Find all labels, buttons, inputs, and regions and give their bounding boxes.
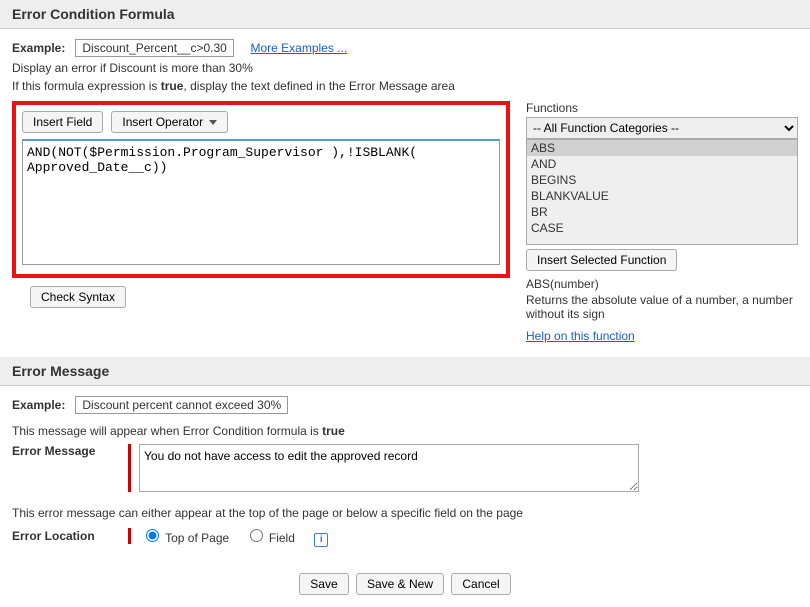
error-location-radio-group: Top of Page Field i bbox=[141, 526, 328, 547]
error-message-textarea[interactable] bbox=[139, 444, 639, 492]
insert-field-button[interactable]: Insert Field bbox=[22, 111, 103, 133]
function-item[interactable]: BR bbox=[527, 204, 797, 220]
function-item[interactable]: ABS bbox=[527, 140, 797, 156]
save-button[interactable]: Save bbox=[299, 573, 348, 595]
function-help-link[interactable]: Help on this function bbox=[526, 329, 635, 343]
formula-true-description: If this formula expression is true, disp… bbox=[12, 79, 798, 93]
formula-highlight-frame: Insert Field Insert Operator bbox=[12, 101, 510, 278]
save-and-new-button[interactable]: Save & New bbox=[356, 573, 444, 595]
function-description: Returns the absolute value of a number, … bbox=[526, 293, 798, 321]
info-icon[interactable]: i bbox=[314, 533, 328, 547]
insert-operator-button[interactable]: Insert Operator bbox=[111, 111, 228, 133]
function-category-select[interactable]: -- All Function Categories -- bbox=[526, 117, 798, 139]
footer-buttons: Save Save & New Cancel bbox=[0, 561, 810, 607]
function-item[interactable]: BEGINS bbox=[527, 172, 797, 188]
formula-textarea[interactable] bbox=[22, 139, 500, 265]
error-message-field-label: Error Message bbox=[12, 444, 122, 458]
required-bar-icon bbox=[128, 444, 131, 492]
more-examples-link[interactable]: More Examples ... bbox=[250, 41, 347, 55]
radio-field[interactable]: Field bbox=[245, 531, 299, 545]
section-header-formula: Error Condition Formula bbox=[0, 0, 810, 29]
function-item[interactable]: BLANKVALUE bbox=[527, 188, 797, 204]
function-item[interactable]: CASE bbox=[527, 220, 797, 236]
err-appear-description: This message will appear when Error Cond… bbox=[12, 424, 798, 438]
radio-top-of-page[interactable]: Top of Page bbox=[141, 531, 233, 545]
function-listbox[interactable]: ABS AND BEGINS BLANKVALUE BR CASE bbox=[526, 139, 798, 245]
function-signature: ABS(number) bbox=[526, 277, 798, 291]
cancel-button[interactable]: Cancel bbox=[451, 573, 510, 595]
insert-selected-function-button[interactable]: Insert Selected Function bbox=[526, 249, 677, 271]
radio-top-of-page-input[interactable] bbox=[146, 529, 159, 542]
functions-label: Functions bbox=[526, 101, 798, 115]
err-example-label: Example: bbox=[12, 398, 65, 412]
example-label: Example: bbox=[12, 41, 65, 55]
error-location-label: Error Location bbox=[12, 529, 122, 543]
radio-field-input[interactable] bbox=[250, 529, 263, 542]
example-value-box: Discount_Percent__c>0.30 bbox=[75, 39, 233, 57]
function-item[interactable]: AND bbox=[527, 156, 797, 172]
err-example-value-box: Discount percent cannot exceed 30% bbox=[75, 396, 288, 414]
section-header-error-message: Error Message bbox=[0, 357, 810, 386]
example-description: Display an error if Discount is more tha… bbox=[12, 61, 798, 75]
required-bar-icon bbox=[128, 528, 131, 544]
check-syntax-button[interactable]: Check Syntax bbox=[30, 286, 126, 308]
error-location-note: This error message can either appear at … bbox=[12, 506, 798, 520]
